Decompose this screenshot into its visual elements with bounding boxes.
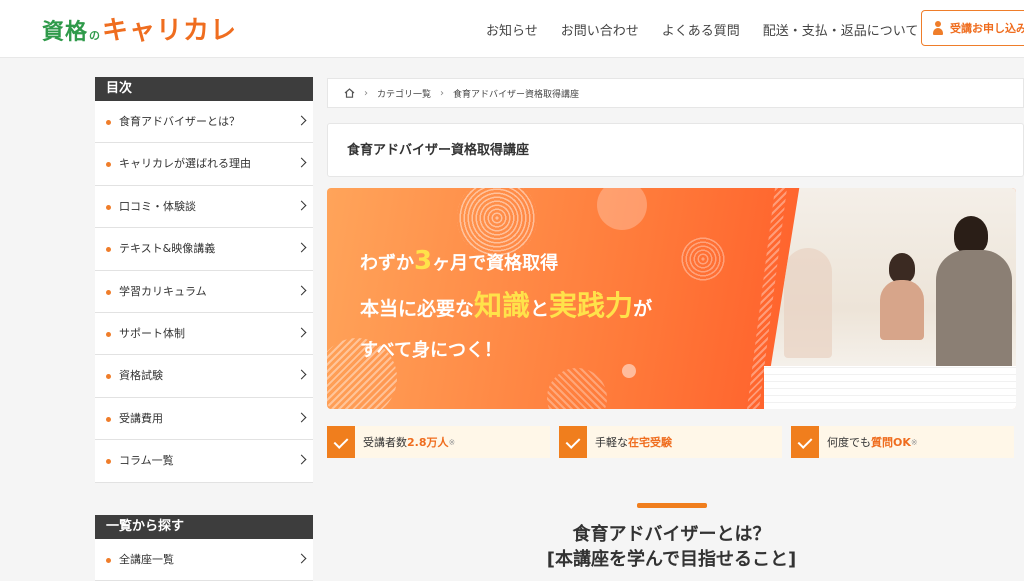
- toc-item-label: 受講費用: [119, 411, 163, 425]
- feature-badges: 受講者数 2.8万人 ※ 手軽な 在宅受験 何度でも 質問OK ※: [327, 426, 1024, 458]
- person-icon: [932, 21, 944, 35]
- hero-line-2: 本当に必要な知識と実践力が: [360, 284, 652, 324]
- chevron-right-icon: [296, 412, 307, 423]
- hero-highlight: 知識: [474, 289, 531, 322]
- adult-figure: [784, 248, 832, 358]
- section-accent-bar: [637, 503, 707, 508]
- chevron-right-icon: [296, 200, 307, 211]
- browse-item-all-courses[interactable]: 全講座一覧: [95, 539, 313, 581]
- check-icon: [791, 426, 819, 458]
- chevron-right-icon: [296, 369, 307, 380]
- sidebar: 目次 食育アドバイザーとは？ キャリカレが選ばれる理由 口コミ・体験談 テキスト…: [95, 77, 313, 581]
- table-cloth: [764, 366, 1016, 409]
- feature-badge-questions: 何度でも 質問OK ※: [791, 426, 1014, 458]
- toc-item-reasons[interactable]: キャリカレが選ばれる理由: [95, 143, 313, 186]
- hero-text: わずか: [360, 253, 414, 274]
- section-subtitle: [本講座を学んで目指せること]: [546, 549, 797, 570]
- adult-figure: [954, 216, 988, 254]
- apply-button[interactable]: 受講お申し込み: [921, 10, 1024, 46]
- toc-item-columns[interactable]: コラム一覧: [95, 440, 313, 483]
- hero-banner: わずか3ヶ月で資格取得 本当に必要な知識と実践力が すべて身につく！: [327, 188, 1016, 409]
- hero-text: が: [633, 298, 653, 320]
- decor-circle: [680, 236, 726, 282]
- feature-highlight: 質問OK: [871, 436, 911, 449]
- feature-text: 手軽な: [595, 436, 628, 449]
- chevron-right-icon: [296, 327, 307, 338]
- logo-text-carrecale: キャリカレ: [102, 16, 238, 46]
- feature-text: 受講者数: [363, 436, 407, 449]
- hero-text: と: [530, 298, 550, 320]
- decor-circle: [622, 364, 636, 378]
- breadcrumb-current: 食育アドバイザー資格取得講座: [453, 89, 580, 100]
- breadcrumb-category-link[interactable]: カテゴリ一覧: [377, 87, 431, 100]
- toc-item-curriculum[interactable]: 学習カリキュラム: [95, 271, 313, 313]
- toc-item-support[interactable]: サポート体制: [95, 313, 313, 356]
- breadcrumb: › カテゴリ一覧 › 食育アドバイザー資格取得講座: [327, 78, 1024, 108]
- hero-line-3: すべて身につく！: [360, 340, 503, 361]
- toc-item-label: コラム一覧: [119, 454, 174, 468]
- nav-link-shipping[interactable]: 配送・支払・返品について: [763, 20, 919, 39]
- child-figure: [880, 280, 924, 340]
- chevron-right-icon: [296, 157, 307, 168]
- toc-item-label: 口コミ・体験談: [119, 199, 196, 213]
- hero-line-1: わずか3ヶ月で資格取得: [360, 246, 558, 276]
- toc-item-fees[interactable]: 受講費用: [95, 398, 313, 441]
- chevron-right-icon: [296, 553, 307, 563]
- toc-heading: 目次: [95, 77, 313, 101]
- child-figure: [889, 253, 915, 283]
- nav-link-contact[interactable]: お問い合わせ: [561, 20, 639, 39]
- toc-item-label: 資格試験: [119, 369, 163, 383]
- chevron-right-icon: [296, 115, 307, 126]
- decor-circle: [597, 188, 647, 230]
- browse-heading: 一覧から探す: [95, 514, 313, 539]
- check-icon: [559, 426, 587, 458]
- logo-text-shikaku: 資格: [42, 20, 89, 45]
- feature-note: ※: [448, 437, 456, 447]
- logo-text-no: の: [89, 29, 101, 42]
- section-title: 食育アドバイザーとは？: [572, 524, 771, 545]
- toc-item-label: 学習カリキュラム: [119, 284, 207, 298]
- feature-highlight: 2.8万人: [407, 436, 449, 449]
- toc-item-label: サポート体制: [119, 326, 185, 340]
- toc-item-texts[interactable]: テキスト&映像講義: [95, 228, 313, 271]
- apply-button-label: 受講お申し込み: [950, 22, 1024, 35]
- adult-figure: [936, 250, 1012, 370]
- browse-list: 全講座一覧: [95, 538, 313, 581]
- toc-item-label: テキスト&映像講義: [119, 242, 216, 256]
- breadcrumb-separator: ›: [364, 87, 368, 99]
- hero-text: 本当に必要な: [360, 298, 475, 320]
- site-logo[interactable]: 資格 の キャリカレ: [42, 12, 237, 46]
- page-title: 食育アドバイザー資格取得講座: [327, 123, 1024, 177]
- toc-item-label: 食育アドバイザーとは？: [119, 115, 240, 128]
- feature-badge-students: 受講者数 2.8万人 ※: [327, 426, 550, 458]
- feature-text: 何度でも: [827, 436, 871, 449]
- hero-highlight: 3: [414, 246, 433, 276]
- decor-circle: [547, 368, 607, 409]
- feature-note: ※: [910, 437, 918, 447]
- check-icon: [327, 426, 355, 458]
- chevron-right-icon: [296, 242, 307, 253]
- hero-highlight: 実践力: [549, 289, 634, 322]
- header-nav: お知らせ お問い合わせ よくある質問 配送・支払・返品について: [486, 20, 941, 39]
- site-header: 資格 の キャリカレ お知らせ お問い合わせ よくある質問 配送・支払・返品につ…: [0, 0, 1024, 58]
- toc-item-about[interactable]: 食育アドバイザーとは？: [95, 101, 313, 144]
- nav-link-faq[interactable]: よくある質問: [662, 20, 740, 39]
- breadcrumb-separator: ›: [440, 87, 445, 99]
- chevron-right-icon: [296, 285, 307, 296]
- chevron-right-icon: [296, 454, 307, 465]
- nav-link-news[interactable]: お知らせ: [486, 20, 538, 39]
- toc-item-label: キャリカレが選ばれる理由: [119, 157, 251, 171]
- toc-list: 食育アドバイザーとは？ キャリカレが選ばれる理由 口コミ・体験談 テキスト&映像…: [95, 101, 313, 483]
- feature-highlight: 在宅受験: [628, 436, 672, 449]
- browse-item-label: 全講座一覧: [119, 552, 174, 566]
- hero-text: ヶ月で資格取得: [432, 253, 559, 274]
- toc-item-reviews[interactable]: 口コミ・体験談: [95, 186, 313, 229]
- feature-badge-home-exam: 手軽な 在宅受験: [559, 426, 782, 458]
- toc-item-exam[interactable]: 資格試験: [95, 355, 313, 398]
- home-icon[interactable]: [344, 88, 355, 98]
